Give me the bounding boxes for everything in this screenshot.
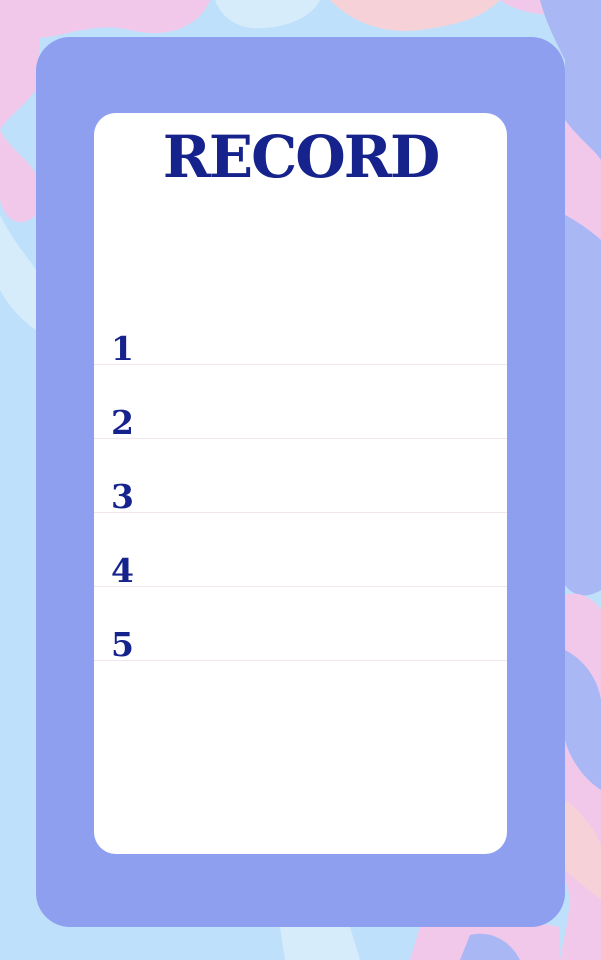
row-number: 5 — [111, 625, 134, 664]
record-title: RECORD — [162, 123, 441, 191]
record-row: 3 — [94, 439, 507, 516]
row-number: 3 — [111, 477, 134, 516]
record-row: 1 — [94, 291, 507, 368]
row-number: 2 — [111, 403, 134, 442]
record-row: 5 — [94, 587, 507, 664]
record-row: 4 — [94, 513, 507, 590]
row-divider — [94, 660, 507, 661]
row-number: 1 — [111, 329, 134, 368]
record-row: 2 — [94, 365, 507, 442]
row-number: 4 — [111, 551, 134, 590]
